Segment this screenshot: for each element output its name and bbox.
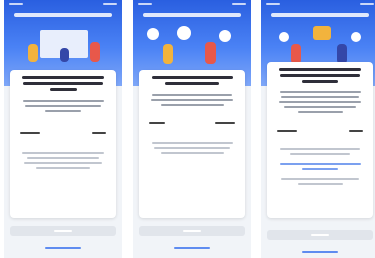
note-line — [36, 167, 90, 169]
note-line — [154, 147, 230, 149]
button-label-line — [183, 230, 201, 232]
heading-line — [151, 76, 233, 79]
note-line — [24, 162, 102, 164]
option-left[interactable] — [20, 132, 40, 134]
note-line — [21, 152, 105, 154]
body-line — [45, 110, 81, 112]
phone-screen-2 — [133, 0, 251, 258]
option-right[interactable] — [349, 130, 363, 132]
note-line — [151, 142, 233, 144]
time-indicator — [266, 2, 280, 5]
trophy-icon — [313, 26, 331, 40]
option-right[interactable] — [215, 122, 235, 124]
inline-link-line[interactable] — [279, 163, 361, 165]
inline-link-line[interactable] — [302, 168, 338, 170]
note-line — [160, 152, 224, 154]
option-right[interactable] — [92, 132, 106, 134]
confirm-button[interactable] — [10, 226, 116, 236]
notes — [18, 152, 108, 172]
heading-line — [165, 82, 219, 85]
dialog-card — [139, 70, 245, 218]
person-icon — [163, 44, 173, 64]
speech-bubble-icon — [351, 32, 361, 42]
time-indicator — [9, 2, 23, 5]
button-label-line — [54, 230, 72, 232]
options-row — [277, 130, 363, 132]
bottom-link[interactable] — [4, 247, 122, 249]
person-icon — [205, 42, 216, 64]
note-line — [280, 148, 360, 150]
phone-screen-1 — [4, 0, 122, 258]
body-line — [150, 99, 234, 101]
body-line — [278, 101, 362, 103]
button-label-line — [311, 234, 329, 236]
note-line — [290, 153, 350, 155]
speech-bubble-icon — [177, 26, 191, 40]
confirm-button[interactable] — [139, 226, 245, 236]
hero-title — [143, 13, 241, 17]
notes — [275, 148, 365, 188]
body-line — [297, 111, 343, 113]
heading-line — [21, 76, 105, 79]
battery-icon — [360, 2, 374, 5]
status-bar — [4, 0, 122, 7]
note-line — [281, 178, 359, 180]
person-icon — [28, 44, 38, 62]
heading-line — [302, 80, 338, 83]
person-icon — [60, 48, 69, 62]
bottom-link-line — [174, 247, 210, 249]
notes — [147, 142, 237, 157]
time-indicator — [138, 2, 152, 5]
person-icon — [291, 44, 301, 64]
person-icon — [337, 44, 347, 64]
note-line — [297, 183, 343, 185]
body-line — [281, 96, 359, 98]
body-line — [152, 94, 232, 96]
speech-bubble-icon — [219, 30, 231, 42]
hero-title — [271, 13, 369, 17]
battery-icon — [232, 2, 246, 5]
speech-bubble-icon — [147, 28, 159, 40]
body-line — [24, 105, 102, 107]
body-line — [22, 100, 104, 102]
option-left[interactable] — [277, 130, 297, 132]
confirm-button[interactable] — [267, 230, 373, 240]
body-line — [284, 106, 356, 108]
status-bar — [261, 0, 375, 7]
heading-line — [23, 82, 103, 85]
bottom-link-line — [302, 251, 338, 253]
heading-line — [278, 68, 362, 71]
bottom-link[interactable] — [261, 251, 375, 253]
options-row — [149, 122, 235, 124]
dialog-card — [267, 62, 373, 218]
person-icon — [90, 42, 100, 62]
hero-title — [14, 13, 112, 17]
bottom-link[interactable] — [133, 247, 251, 249]
heading-line — [49, 88, 77, 91]
note-line — [27, 157, 99, 159]
body-line — [279, 91, 361, 93]
heading-line — [280, 74, 360, 77]
battery-icon — [103, 2, 117, 5]
dialog-card — [10, 70, 116, 218]
bottom-link-line — [45, 247, 81, 249]
body-line — [160, 104, 224, 106]
phone-screen-3 — [261, 0, 375, 258]
speech-bubble-icon — [279, 32, 289, 42]
option-left[interactable] — [149, 122, 165, 124]
status-bar — [133, 0, 251, 7]
options-row — [20, 132, 106, 134]
